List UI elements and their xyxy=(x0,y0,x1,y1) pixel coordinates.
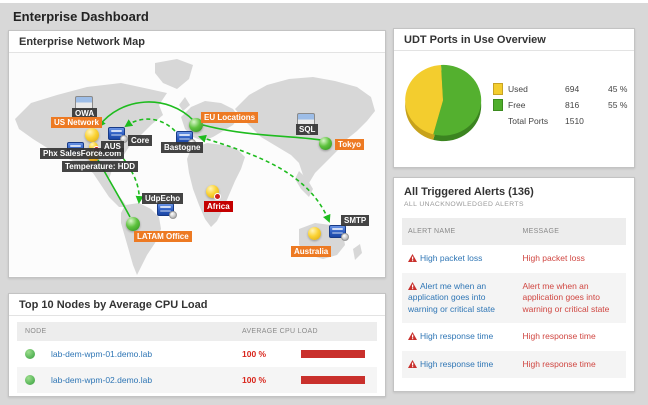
map-label-smtp: SMTP xyxy=(341,215,369,226)
legend-row-used: Used 694 45 % xyxy=(493,82,648,95)
used-swatch xyxy=(493,83,503,95)
alert-name-link[interactable]: Alert me when an application goes into w… xyxy=(408,281,495,314)
cpu-row[interactable]: lab-dem-wpm-02.demo.lab 100 % xyxy=(17,367,377,393)
alerts-table-header: ALERT NAME MESSAGE xyxy=(402,218,626,245)
map-label-core: Core xyxy=(128,135,152,146)
udt-ports-title: UDT Ports in Use Overview xyxy=(394,29,634,51)
alert-message: Alert me when an application goes into w… xyxy=(522,281,620,315)
map-label-temperature: Temperature: HDD xyxy=(62,161,138,172)
map-label-africa: Africa xyxy=(204,201,233,212)
cpu-panel-title: Top 10 Nodes by Average CPU Load xyxy=(9,294,385,316)
map-label-aus: AUS xyxy=(101,141,124,152)
cpu-load-bar xyxy=(301,376,365,384)
australia-node[interactable] xyxy=(308,227,321,240)
warning-badge xyxy=(214,193,221,200)
warning-triangle-icon xyxy=(408,332,417,340)
network-map-title: Enterprise Network Map xyxy=(9,31,385,53)
legend-label: Used xyxy=(508,84,565,94)
latam-office-node[interactable] xyxy=(126,217,140,231)
world-map[interactable]: OWA US Network Phx SalesForce.com Temper… xyxy=(9,53,385,276)
warning-triangle-icon xyxy=(408,282,417,290)
map-label-sql: SQL xyxy=(296,124,318,135)
status-orb xyxy=(169,211,177,219)
alert-name-link[interactable]: High response time xyxy=(420,359,493,369)
cpu-table-header: NODE AVERAGE CPU LOAD xyxy=(17,322,377,341)
alert-message: High packet loss xyxy=(522,253,620,264)
node-link[interactable]: lab-dem-wpm-02.demo.lab xyxy=(51,375,242,385)
legend-value: 694 xyxy=(565,84,608,94)
legend-value: 1510 xyxy=(565,116,608,126)
alerts-title: All Triggered Alerts (136) xyxy=(404,186,624,198)
alert-message: High response time xyxy=(522,359,620,370)
panel-top-cpu-nodes: Top 10 Nodes by Average CPU Load NODE AV… xyxy=(8,293,386,397)
cpu-row[interactable]: lab-dem-wpm-01.demo.lab 100 % xyxy=(17,341,377,367)
us-network-status-node[interactable] xyxy=(85,128,99,142)
map-label-eu-locations: EU Locations xyxy=(201,112,258,123)
pie-legend: Used 694 45 % Free 816 55 % Total Ports … xyxy=(493,82,648,130)
col-alert-name: ALERT NAME xyxy=(408,227,522,236)
panel-udt-ports: UDT Ports in Use Overview Used 694 45 % xyxy=(393,28,635,168)
node-up-status-icon xyxy=(25,349,35,359)
legend-value: 816 xyxy=(565,100,608,110)
warning-triangle-icon xyxy=(408,360,417,368)
legend-label: Total Ports xyxy=(508,116,565,126)
map-label-australia: Australia xyxy=(291,246,331,257)
panel-network-map: Enterprise Network Map xyxy=(8,30,386,278)
tokyo-node[interactable] xyxy=(319,137,332,150)
top-strip xyxy=(0,0,648,3)
map-label-us-network: US Network xyxy=(51,117,102,128)
cpu-load-value: 100 % xyxy=(242,349,298,359)
status-orb xyxy=(341,233,349,241)
legend-label: Free xyxy=(508,100,565,110)
africa-node[interactable] xyxy=(206,185,219,198)
warning-triangle-icon xyxy=(408,254,417,262)
alert-message: High response time xyxy=(522,331,620,342)
map-label-bastogne: Bastogne xyxy=(161,142,203,153)
legend-pct: 45 % xyxy=(608,84,648,94)
alert-name-link[interactable]: High packet loss xyxy=(420,253,482,263)
map-label-udpecho: UdpEcho xyxy=(142,193,183,204)
alert-row[interactable]: Alert me when an application goes into w… xyxy=(402,273,626,323)
cpu-load-bar xyxy=(301,350,365,358)
map-label-latam: LATAM Office xyxy=(134,231,192,242)
node-link[interactable]: lab-dem-wpm-01.demo.lab xyxy=(51,349,242,359)
col-avg-cpu-load: AVERAGE CPU LOAD xyxy=(242,328,377,335)
node-up-status-icon xyxy=(25,375,35,385)
smtp-server-icon[interactable] xyxy=(329,225,346,238)
col-message: MESSAGE xyxy=(522,227,620,236)
alerts-subtitle: ALL UNACKNOWLEDGED ALERTS xyxy=(404,201,624,208)
panel-triggered-alerts: All Triggered Alerts (136) ALL UNACKNOWL… xyxy=(393,177,635,392)
alert-row[interactable]: High response time High response time xyxy=(402,351,626,378)
free-swatch xyxy=(493,99,503,111)
alerts-table: ALERT NAME MESSAGE High packet loss High… xyxy=(402,218,626,378)
col-node: NODE xyxy=(17,328,242,335)
core-server-icon[interactable] xyxy=(108,127,125,140)
cpu-load-value: 100 % xyxy=(242,375,298,385)
alert-row[interactable]: High response time High response time xyxy=(402,323,626,350)
alert-row[interactable]: High packet loss High packet loss xyxy=(402,245,626,272)
alert-name-link[interactable]: High response time xyxy=(420,331,493,341)
udpecho-server-icon[interactable] xyxy=(157,203,174,216)
legend-row-free: Free 816 55 % xyxy=(493,98,648,111)
legend-row-total: Total Ports 1510 xyxy=(493,114,648,127)
map-label-tokyo: Tokyo xyxy=(335,139,364,150)
page-title: Enterprise Dashboard xyxy=(13,9,149,24)
ports-pie-chart[interactable] xyxy=(397,61,489,151)
legend-pct: 55 % xyxy=(608,100,648,110)
